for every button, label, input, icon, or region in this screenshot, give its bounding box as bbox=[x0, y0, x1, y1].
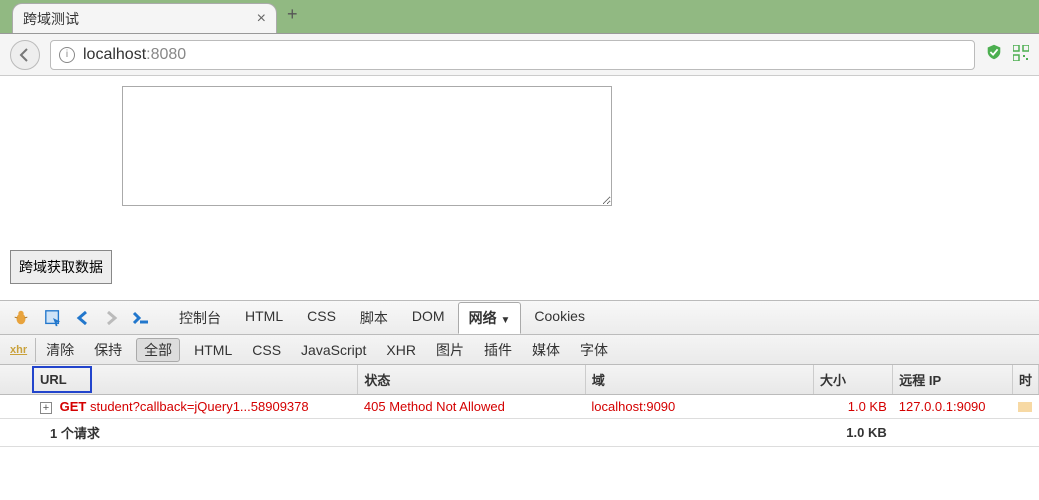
col-size[interactable]: 大小 bbox=[813, 365, 892, 395]
chevron-down-icon[interactable]: ▼ bbox=[500, 315, 510, 326]
tab-network-label: 网络 bbox=[469, 310, 497, 326]
bug-icon[interactable] bbox=[10, 309, 32, 327]
col-domain[interactable]: 域 bbox=[585, 365, 813, 395]
col-remote-ip[interactable]: 远程 IP bbox=[893, 365, 1013, 395]
filter-all[interactable]: 全部 bbox=[136, 338, 180, 362]
info-icon[interactable]: i bbox=[59, 47, 75, 63]
col-url[interactable]: URL bbox=[0, 365, 358, 395]
browser-tab-strip: 跨域测试 × + bbox=[0, 0, 1039, 34]
devtools-toolbar: 控制台 HTML CSS 脚本 DOM 网络 ▼ Cookies bbox=[0, 301, 1039, 335]
network-filter-bar: xhr 清除 保持 全部 HTML CSS JavaScript XHR 图片 … bbox=[0, 335, 1039, 365]
filter-media[interactable]: 媒体 bbox=[526, 338, 566, 362]
close-icon[interactable]: × bbox=[257, 10, 266, 28]
request-timeline bbox=[1012, 395, 1038, 419]
break-on-xhr-icon[interactable]: xhr bbox=[10, 344, 27, 356]
request-remote-ip: 127.0.0.1:9090 bbox=[893, 395, 1013, 419]
url-text: localhost:8080 bbox=[83, 46, 186, 64]
col-status[interactable]: 状态 bbox=[358, 365, 586, 395]
tab-css[interactable]: CSS bbox=[296, 302, 347, 334]
filter-persist[interactable]: 保持 bbox=[88, 338, 128, 362]
network-request-row[interactable]: + GET student?callback=jQuery1...5890937… bbox=[0, 395, 1039, 419]
filter-font[interactable]: 字体 bbox=[574, 338, 614, 362]
tab-script[interactable]: 脚本 bbox=[349, 302, 399, 334]
qr-icon[interactable] bbox=[1013, 45, 1029, 64]
nav-next-icon[interactable] bbox=[102, 311, 120, 325]
back-button[interactable] bbox=[10, 40, 40, 70]
filter-css[interactable]: CSS bbox=[246, 340, 287, 360]
page-body: 跨域获取数据 bbox=[0, 76, 1039, 300]
tab-html[interactable]: HTML bbox=[234, 302, 294, 334]
timeline-bar bbox=[1018, 402, 1032, 412]
address-bar: i localhost:8080 bbox=[0, 34, 1039, 76]
request-url: student?callback=jQuery1...58909378 bbox=[90, 399, 309, 414]
request-method: GET bbox=[60, 399, 87, 414]
nav-prev-icon[interactable] bbox=[74, 311, 92, 325]
table-header-row: URL 状态 域 大小 远程 IP 时 bbox=[0, 365, 1039, 395]
new-tab-button[interactable]: + bbox=[287, 4, 298, 25]
tab-title: 跨域测试 bbox=[23, 9, 79, 29]
tab-cookies[interactable]: Cookies bbox=[523, 302, 596, 334]
filter-clear[interactable]: 清除 bbox=[35, 338, 80, 362]
tab-console[interactable]: 控制台 bbox=[168, 302, 232, 334]
filter-plugin[interactable]: 插件 bbox=[478, 338, 518, 362]
arrow-left-icon bbox=[17, 47, 33, 63]
url-host: localhost bbox=[83, 46, 146, 63]
url-col-highlight bbox=[32, 366, 92, 393]
devtools-tabs: 控制台 HTML CSS 脚本 DOM 网络 ▼ Cookies bbox=[168, 302, 596, 334]
fetch-data-button[interactable]: 跨域获取数据 bbox=[10, 250, 112, 284]
inspector-icon[interactable] bbox=[42, 309, 64, 327]
console-toggle-icon[interactable] bbox=[130, 311, 152, 325]
request-status: 405 Method Not Allowed bbox=[358, 395, 586, 419]
filter-xhr[interactable]: XHR bbox=[380, 340, 422, 360]
network-table: URL 状态 域 大小 远程 IP 时 + GET student?callba… bbox=[0, 365, 1039, 447]
url-port: :8080 bbox=[146, 46, 186, 63]
tab-network[interactable]: 网络 ▼ bbox=[458, 302, 522, 334]
summary-size: 1.0 KB bbox=[813, 419, 892, 447]
url-input-wrap[interactable]: i localhost:8080 bbox=[50, 40, 975, 70]
tab-dom[interactable]: DOM bbox=[401, 302, 456, 334]
col-time[interactable]: 时 bbox=[1012, 365, 1038, 395]
result-textarea[interactable] bbox=[122, 86, 612, 206]
browser-tab[interactable]: 跨域测试 × bbox=[12, 3, 277, 33]
devtools-panel: 控制台 HTML CSS 脚本 DOM 网络 ▼ Cookies xhr 清除 … bbox=[0, 300, 1039, 447]
filter-javascript[interactable]: JavaScript bbox=[295, 340, 372, 360]
request-domain: localhost:9090 bbox=[585, 395, 813, 419]
network-summary-row: 1 个请求 1.0 KB bbox=[0, 419, 1039, 447]
request-size: 1.0 KB bbox=[813, 395, 892, 419]
expand-icon[interactable]: + bbox=[40, 402, 52, 414]
summary-label: 1 个请求 bbox=[0, 419, 358, 447]
shield-icon[interactable] bbox=[985, 43, 1003, 66]
filter-html[interactable]: HTML bbox=[188, 340, 238, 360]
filter-image[interactable]: 图片 bbox=[430, 338, 470, 362]
